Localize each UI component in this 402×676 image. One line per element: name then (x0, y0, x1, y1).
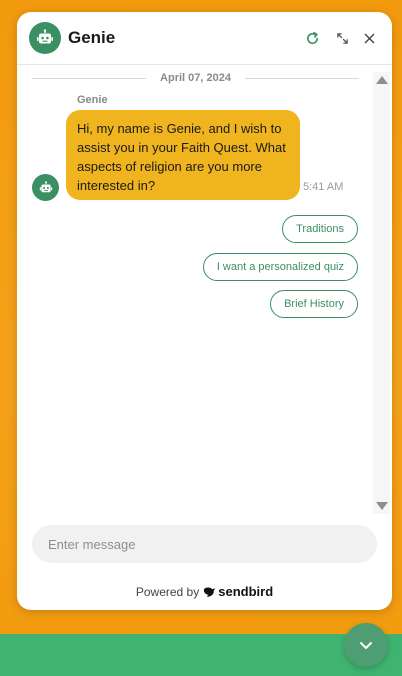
date-label: April 07, 2024 (160, 72, 231, 84)
sender-name: Genie (77, 94, 108, 106)
chat-widget: Genie April 07, 2024 Genie Hi, my name i… (17, 12, 392, 610)
sendbird-logo[interactable]: sendbird (203, 584, 273, 599)
powered-by-footer: Powered by sendbird (17, 584, 392, 599)
robot-icon (39, 180, 52, 192)
suggestion-traditions[interactable]: Traditions (282, 215, 358, 243)
sendbird-logo-icon (204, 586, 216, 597)
chat-header: Genie (17, 12, 392, 65)
date-separator: April 07, 2024 (32, 70, 359, 86)
message-input[interactable] (32, 525, 377, 563)
chevron-down-icon (360, 642, 372, 649)
close-icon (364, 33, 374, 43)
chat-title: Genie (68, 28, 116, 47)
scroll-up-arrow-icon[interactable] (376, 76, 388, 84)
refresh-icon (306, 31, 318, 44)
powered-by-label: Powered by (135, 584, 200, 599)
robot-icon (37, 29, 53, 44)
expand-icon (336, 32, 348, 44)
bot-avatar (29, 22, 61, 54)
message-avatar (32, 174, 59, 201)
suggestion-personalized-quiz[interactable]: I want a personalized quiz (202, 253, 358, 281)
suggestion-brief-history[interactable]: Brief History (270, 290, 358, 318)
message-timestamp: 5:41 AM (303, 181, 344, 193)
refresh-button[interactable] (302, 28, 322, 48)
collapse-chat-button[interactable] (344, 623, 388, 667)
page-bottom-bar (0, 634, 402, 676)
divider (32, 77, 147, 79)
message-bubble: Hi, my name is Genie, and I wish to assi… (66, 110, 300, 200)
scroll-down-arrow-icon[interactable] (376, 502, 388, 510)
message-scrollbar[interactable] (373, 72, 390, 514)
divider (244, 77, 359, 79)
sendbird-brand-text: sendbird (218, 584, 274, 599)
close-button[interactable] (359, 28, 379, 48)
expand-button[interactable] (332, 28, 352, 48)
